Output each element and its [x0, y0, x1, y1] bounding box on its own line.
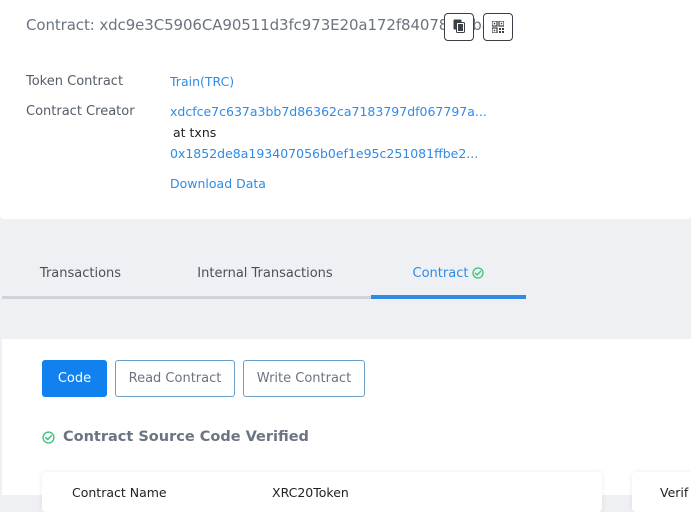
tab-internal-transactions[interactable]: Internal Transactions: [159, 249, 371, 297]
copy-icon: [453, 18, 465, 37]
tab-underline: [2, 296, 371, 299]
tab-label: Contract: [412, 265, 469, 281]
tab-transactions[interactable]: Transactions: [2, 249, 159, 297]
qr-code-button[interactable]: [483, 13, 513, 41]
at-txns-text: at txns: [173, 125, 217, 140]
copy-address-button[interactable]: [444, 13, 474, 41]
download-data-link[interactable]: Download Data: [170, 176, 266, 191]
contract-info-box: Contract Name XRC20Token: [42, 472, 602, 512]
write-contract-button[interactable]: Write Contract: [243, 360, 365, 397]
tab-label: Internal Transactions: [197, 265, 333, 281]
active-tab-indicator: [371, 295, 526, 299]
token-contract-label: Token Contract: [26, 74, 124, 89]
tab-contract[interactable]: Contract: [371, 249, 526, 297]
token-contract-link[interactable]: Train(TRC): [170, 74, 234, 89]
creator-address-link[interactable]: xdcfce7c637a3bb7d86362ca7183797df067797a…: [170, 104, 487, 119]
button-label: Code: [57, 371, 92, 386]
qr-code-icon: [491, 18, 505, 37]
verified-check-icon: [42, 430, 55, 444]
contract-name-label: Contract Name: [72, 485, 167, 500]
verification-info-box: Verif: [632, 472, 691, 512]
button-label: Write Contract: [256, 371, 352, 386]
verified-check-icon: [472, 267, 485, 279]
tab-label: Transactions: [39, 265, 122, 281]
verified-heading-text: Contract Source Code Verified: [63, 429, 309, 445]
tab-bar: Transactions Internal Transactions Contr…: [2, 249, 526, 301]
contract-overview-card: Contract: xdc9e3C5906CA90511d3fc973E20a1…: [0, 0, 691, 219]
button-label: Read Contract: [128, 371, 222, 386]
contract-panel: Code Read Contract Write Contract Contra…: [2, 339, 691, 512]
creation-tx-link[interactable]: 0x1852de8a193407056b0ef1e95c251081ffbe2.…: [170, 146, 478, 161]
contract-address-title: Contract: xdc9e3C5906CA90511d3fc973E20a1…: [26, 16, 491, 34]
verification-label: Verif: [660, 485, 689, 500]
code-button[interactable]: Code: [42, 360, 107, 397]
verified-heading: Contract Source Code Verified: [42, 429, 309, 445]
contract-creator-label: Contract Creator: [26, 104, 135, 119]
contract-name-value: XRC20Token: [272, 485, 349, 500]
read-contract-button[interactable]: Read Contract: [115, 360, 235, 397]
